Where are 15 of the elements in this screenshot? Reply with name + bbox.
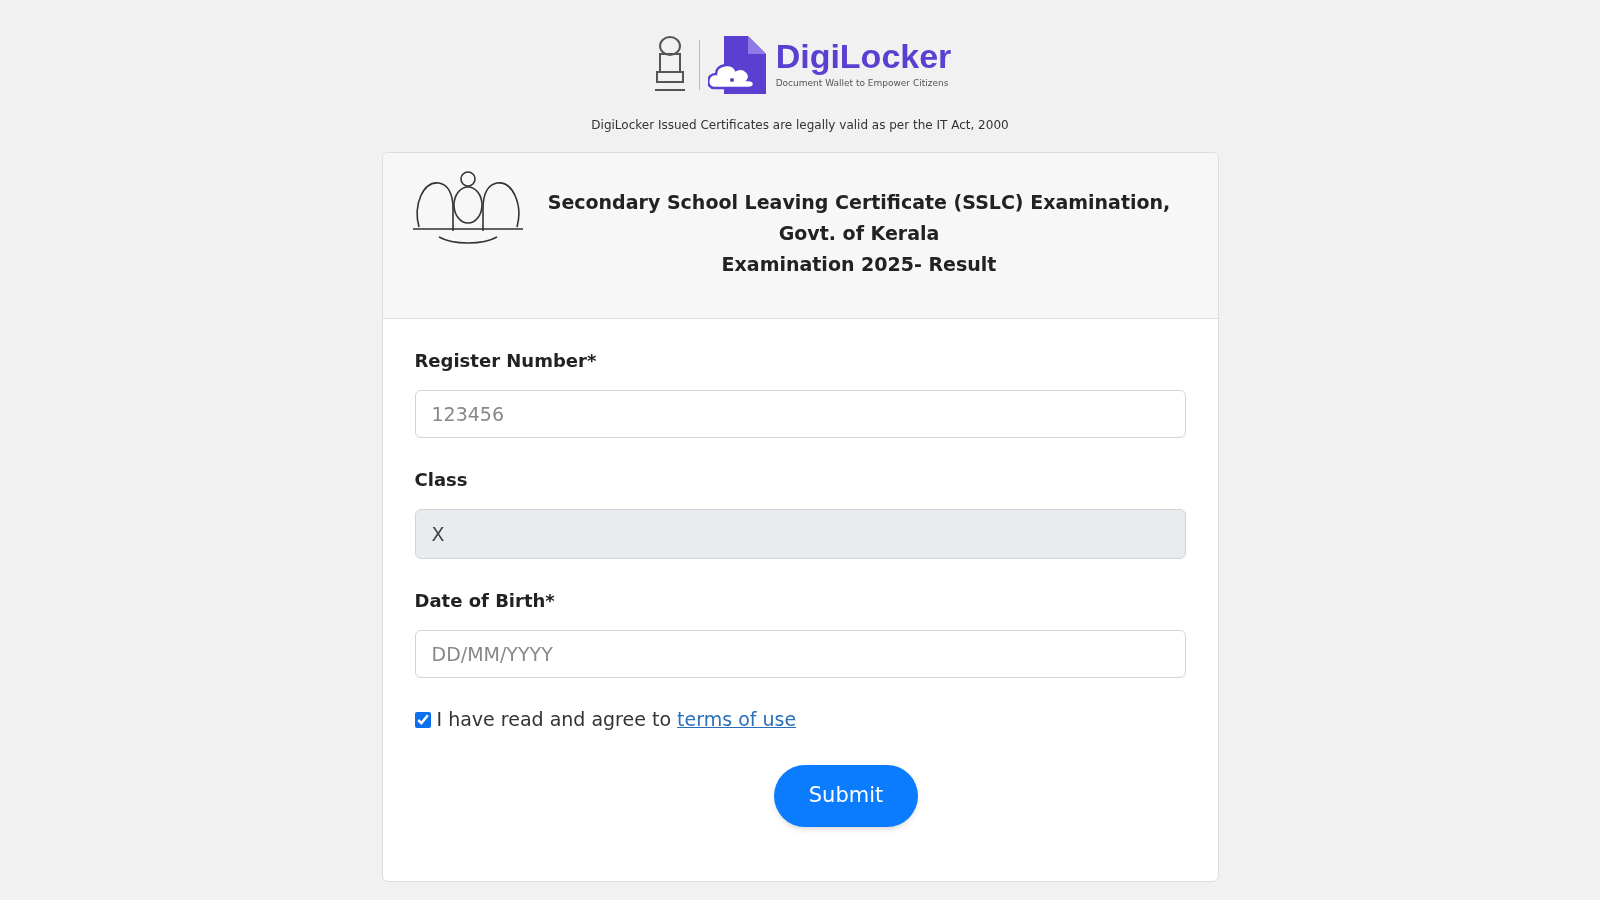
legal-notice: DigiLocker Issued Certificates are legally valid as per the IT Act, 2000 <box>591 117 1009 134</box>
logo-wordmark: DigiLocker <box>775 39 952 74</box>
field-label: Class <box>414 468 469 492</box>
logo-tagline: Document Wallet to Empower Citizens <box>775 77 950 91</box>
terms-link[interactable]: terms of use <box>677 708 797 730</box>
field-label: Date of Birth* <box>414 589 556 613</box>
agreement-text: I have read and agree to <box>436 708 671 730</box>
card-title: Examination 2025- Result <box>721 252 997 277</box>
input-field[interactable]: DD/MM/YYYY <box>414 630 1186 678</box>
document-cloud-icon <box>707 36 768 94</box>
submit-button[interactable]: Submit <box>774 765 918 827</box>
field-label: Register Number* <box>414 349 598 373</box>
agree-checkbox[interactable] <box>414 711 431 728</box>
card-title: Secondary School Leaving Certificate (SSLC) Examination, Govt. of Kerala <box>546 190 1172 246</box>
input-field[interactable]: 123456 <box>414 390 1186 438</box>
